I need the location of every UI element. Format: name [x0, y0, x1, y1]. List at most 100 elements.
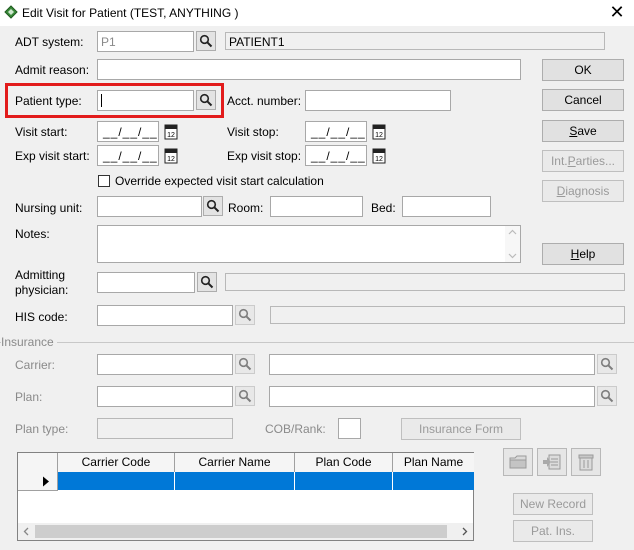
scroll-right-icon[interactable]: [462, 527, 468, 536]
visit-start-label: Visit start:: [15, 125, 68, 139]
scroll-up-icon[interactable]: [508, 229, 517, 235]
save-button[interactable]: Save: [542, 120, 624, 142]
svg-text:12: 12: [167, 132, 175, 139]
save-accel: S: [569, 124, 578, 138]
bed-label: Bed:: [371, 201, 396, 215]
override-checkbox-label: Override expected visit start calculatio…: [115, 174, 324, 188]
patient-type-search-button[interactable]: [196, 90, 216, 110]
app-icon: [4, 5, 18, 19]
acct-number-label: Acct. number:: [227, 94, 302, 108]
admitting-physician-input[interactable]: [97, 272, 195, 293]
plan-label: Plan:: [15, 390, 43, 404]
nursing-unit-label: Nursing unit:: [15, 201, 83, 215]
search-icon: [206, 199, 220, 213]
exp-visit-stop-label: Exp visit stop:: [227, 149, 302, 163]
insurance-grid[interactable]: Carrier Code Carrier Name Plan Code Plan…: [17, 452, 474, 541]
search-icon: [199, 34, 213, 48]
trash-icon: [578, 454, 594, 471]
his-code-input[interactable]: [97, 305, 233, 326]
int-parties-accel: P: [567, 154, 576, 168]
int-parties-label-rest: arties...: [575, 154, 616, 168]
grid-header-carrier-code[interactable]: Carrier Code: [58, 453, 175, 473]
search-icon: [200, 275, 214, 289]
plan-input[interactable]: [97, 386, 233, 407]
calendar-icon[interactable]: 12: [372, 123, 386, 140]
carrier-input[interactable]: [97, 354, 233, 375]
plan-name-search-button[interactable]: [597, 386, 617, 406]
adt-system-search-button[interactable]: [196, 31, 216, 51]
exp-visit-start-value: __/__/__: [103, 149, 158, 163]
open-record-button[interactable]: [503, 448, 533, 476]
nursing-unit-input[interactable]: [97, 196, 202, 217]
notes-textarea[interactable]: [97, 225, 521, 263]
acct-number-input[interactable]: [305, 90, 451, 111]
import-icon: [543, 454, 561, 470]
admit-reason-label: Admit reason:: [15, 63, 90, 77]
title-bar: Edit Visit for Patient (TEST, ANYTHING )…: [0, 0, 634, 26]
admitting-physician-search-button[interactable]: [197, 272, 217, 292]
visit-stop-label: Visit stop:: [227, 125, 279, 139]
grid-row-indicator[interactable]: [18, 472, 58, 491]
insurance-section-label: Insurance: [1, 335, 57, 349]
search-icon: [600, 357, 614, 371]
help-label: elp: [579, 247, 596, 261]
ok-button[interactable]: OK: [542, 59, 624, 81]
grid-cell[interactable]: [58, 472, 175, 490]
grid-cell[interactable]: [175, 472, 295, 490]
patient-type-input[interactable]: [97, 90, 194, 111]
admitting-physician-label-line2: physician:: [15, 283, 69, 297]
carrier-name-input[interactable]: [269, 354, 595, 375]
room-input[interactable]: [270, 196, 363, 217]
text-cursor: [101, 94, 102, 107]
notes-scrollbar[interactable]: [505, 226, 520, 262]
his-code-name-field: [270, 306, 625, 324]
his-code-search-button[interactable]: [235, 305, 255, 325]
exp-visit-stop-input[interactable]: __/__/__: [305, 145, 367, 166]
cancel-button[interactable]: Cancel: [542, 89, 624, 111]
diagnosis-accel: D: [556, 184, 566, 198]
new-record-button[interactable]: New Record: [513, 493, 593, 515]
visit-stop-input[interactable]: __/__/__: [305, 121, 367, 142]
grid-header-plan-code[interactable]: Plan Code: [295, 453, 393, 473]
close-icon[interactable]: ✕: [606, 2, 628, 22]
override-checkbox[interactable]: [98, 175, 110, 187]
grid-header-plan-name[interactable]: Plan Name: [393, 453, 474, 473]
exp-visit-start-input[interactable]: __/__/__: [97, 145, 159, 166]
visit-start-input[interactable]: __/__/__: [97, 121, 159, 142]
delete-record-button[interactable]: [571, 448, 601, 476]
patient-type-label: Patient type:: [15, 94, 82, 108]
help-button[interactable]: Help: [542, 243, 624, 265]
grid-header-carrier-name[interactable]: Carrier Name: [175, 453, 295, 473]
int-parties-button[interactable]: Int. Parties...: [542, 150, 624, 172]
import-record-button[interactable]: [537, 448, 567, 476]
plan-name-input[interactable]: [269, 386, 595, 407]
diagnosis-button[interactable]: Diagnosis: [542, 180, 624, 202]
his-code-label: HIS code:: [15, 310, 68, 324]
calendar-icon[interactable]: 12: [372, 147, 386, 164]
bed-input[interactable]: [402, 196, 491, 217]
grid-horizontal-scrollbar[interactable]: [18, 523, 473, 540]
visit-start-value: __/__/__: [103, 125, 158, 139]
adt-system-code-field[interactable]: P1: [97, 31, 194, 52]
admit-reason-input[interactable]: [97, 59, 521, 80]
search-icon: [600, 389, 614, 403]
scroll-down-icon[interactable]: [508, 253, 517, 259]
carrier-search-button[interactable]: [235, 354, 255, 374]
pat-ins-button[interactable]: Pat. Ins.: [513, 520, 593, 542]
grid-cell[interactable]: [295, 472, 393, 490]
adt-system-code-value: P1: [101, 35, 116, 49]
scroll-left-icon[interactable]: [23, 527, 29, 536]
carrier-name-search-button[interactable]: [597, 354, 617, 374]
room-label: Room:: [228, 201, 264, 215]
calendar-icon[interactable]: 12: [164, 147, 178, 164]
cob-rank-input[interactable]: [338, 418, 361, 439]
calendar-icon[interactable]: 12: [164, 123, 178, 140]
nursing-unit-search-button[interactable]: [203, 196, 223, 216]
insurance-form-button[interactable]: Insurance Form: [401, 418, 521, 440]
folder-icon: [509, 455, 527, 469]
grid-row-header-corner: [18, 453, 58, 473]
scrollbar-thumb[interactable]: [35, 525, 447, 538]
plan-search-button[interactable]: [235, 386, 255, 406]
grid-cell[interactable]: [393, 472, 474, 490]
window-title: Edit Visit for Patient (TEST, ANYTHING ): [22, 6, 239, 20]
